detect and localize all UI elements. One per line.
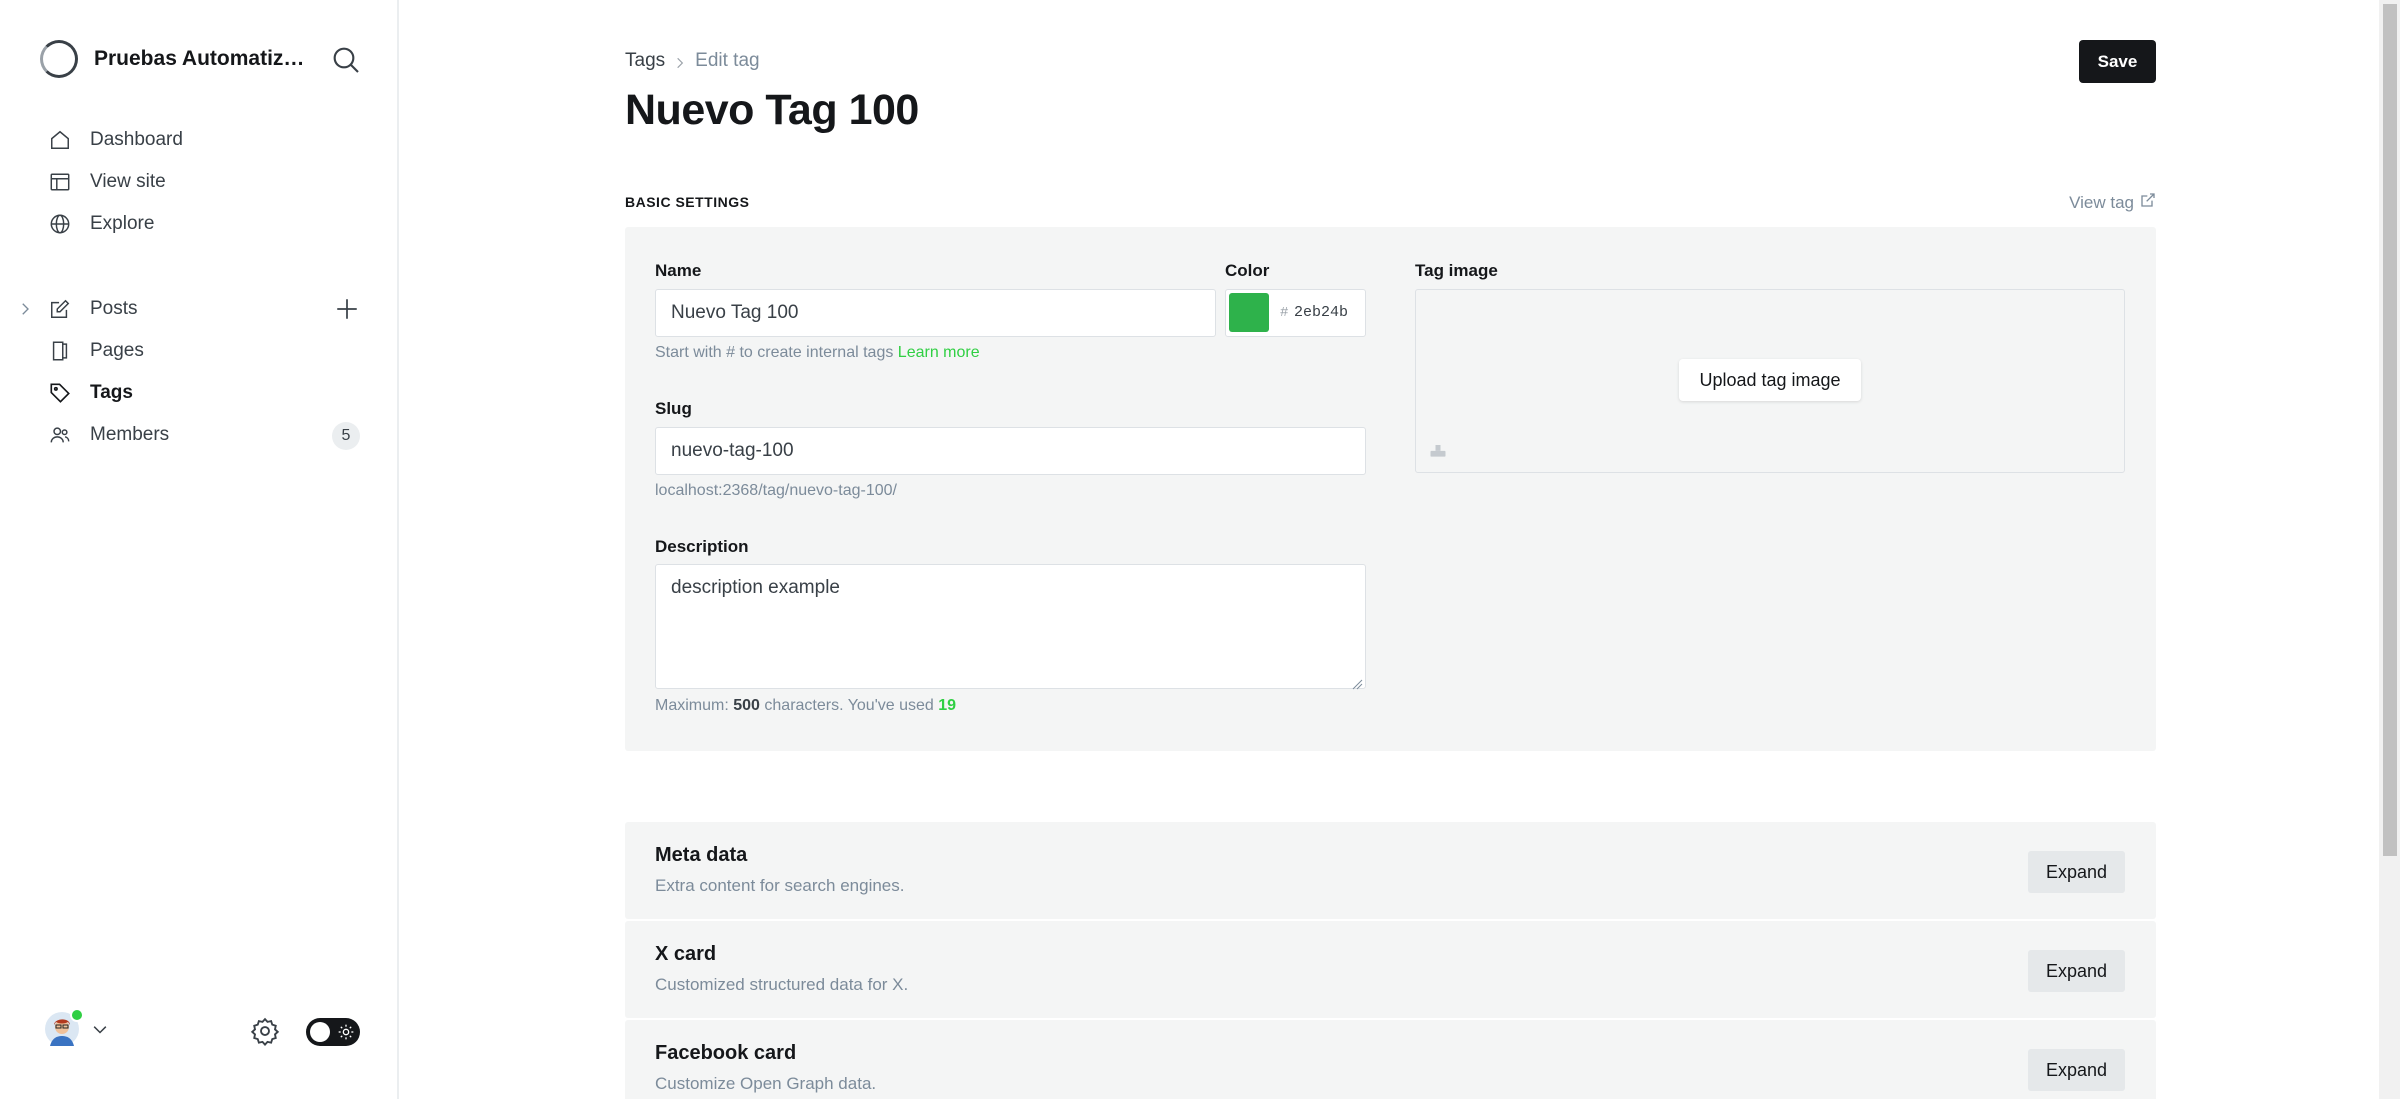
add-post-icon[interactable]: [334, 296, 360, 322]
sidebar-item-label: Posts: [90, 298, 138, 319]
chevron-right-icon[interactable]: [16, 300, 34, 318]
members-count-badge: 5: [332, 422, 360, 450]
sidebar-item-tags[interactable]: Tags: [0, 372, 399, 414]
slug-label: Slug: [655, 399, 692, 418]
online-status-indicator: [70, 1008, 84, 1022]
sidebar-item-view-site[interactable]: View site: [0, 161, 399, 203]
x-card-section: X card Customized structured data for X.…: [625, 921, 2156, 1018]
color-swatch[interactable]: [1229, 293, 1269, 332]
nav-main: Posts Pages Tags Members 5: [0, 288, 399, 456]
chevron-down-icon[interactable]: [90, 1022, 110, 1038]
resize-handle-icon[interactable]: [1351, 674, 1363, 690]
scrollbar-thumb[interactable]: [2383, 4, 2397, 856]
description-textarea[interactable]: description example: [655, 564, 1366, 690]
site-logo-icon: [40, 40, 78, 78]
section-subtitle: Customize Open Graph data.: [655, 1074, 877, 1093]
save-button[interactable]: Save: [2079, 40, 2156, 83]
expand-facebook-card-button[interactable]: Expand: [2028, 1049, 2125, 1091]
counter-prefix: Maximum:: [655, 697, 729, 714]
page-title: Nuevo Tag 100: [625, 86, 919, 134]
view-tag-link[interactable]: View tag: [2069, 192, 2156, 213]
chevron-right-icon: [673, 54, 687, 69]
section-heading: Meta data: [655, 844, 748, 866]
sidebar-item-pages[interactable]: Pages: [0, 330, 399, 372]
color-input[interactable]: # 2eb24b: [1225, 289, 1366, 337]
gear-icon[interactable]: [250, 1016, 280, 1047]
color-hex-value: 2eb24b: [1294, 304, 1349, 321]
facebook-card-section: Facebook card Customize Open Graph data.…: [625, 1020, 2156, 1099]
section-heading: X card: [655, 943, 717, 965]
description-counter: Maximum: 500 characters. You've used 19: [655, 697, 956, 715]
counter-max: 500: [733, 697, 760, 714]
slug-input[interactable]: nuevo-tag-100: [655, 427, 1366, 475]
tag-icon: [48, 381, 72, 405]
basic-settings-panel: Name Nuevo Tag 100 Color # 2eb24b Start …: [625, 227, 2156, 751]
expand-meta-data-button[interactable]: Expand: [2028, 851, 2125, 893]
sidebar-item-members[interactable]: Members 5: [0, 414, 399, 456]
name-label: Name: [655, 261, 702, 280]
meta-data-section: Meta data Extra content for search engin…: [625, 822, 2156, 919]
sidebar-item-posts[interactable]: Posts: [0, 288, 399, 330]
section-heading: Facebook card: [655, 1042, 797, 1064]
color-label: Color: [1225, 261, 1270, 280]
site-brand[interactable]: Pruebas Automatizad...: [40, 40, 309, 78]
sidebar-item-label: Explore: [90, 213, 155, 234]
sun-icon: [338, 1024, 354, 1040]
tag-image-label: Tag image: [1415, 261, 1498, 280]
sidebar: Pruebas Automatizad... Dashboard View si…: [0, 0, 399, 1099]
nav-top: Dashboard View site Explore: [0, 119, 399, 245]
sidebar-item-label: Tags: [90, 382, 133, 403]
section-subtitle: Customized structured data for X.: [655, 975, 909, 994]
sidebar-item-label: Pages: [90, 340, 144, 361]
sidebar-item-label: Dashboard: [90, 129, 183, 150]
counter-mid: characters. You've used: [764, 697, 934, 714]
breadcrumb-tags-link[interactable]: Tags: [625, 50, 665, 72]
counter-used: 19: [938, 697, 957, 714]
section-title: BASIC SETTINGS: [625, 194, 750, 210]
description-text: description example: [671, 577, 840, 598]
page-icon: [48, 339, 72, 363]
name-input[interactable]: Nuevo Tag 100: [655, 289, 1216, 337]
sidebar-item-label: Members: [90, 424, 170, 445]
globe-icon: [48, 212, 72, 236]
site-title: Pruebas Automatizad...: [94, 47, 309, 70]
external-link-icon: [2134, 192, 2156, 213]
expand-x-card-button[interactable]: Expand: [2028, 950, 2125, 992]
name-hint-text: Start with # to create internal tags: [655, 344, 894, 361]
view-tag-label: View tag: [2069, 192, 2134, 212]
image-upload-icon: [1428, 440, 1448, 460]
toggle-knob: [310, 1022, 330, 1042]
tag-image-dropzone[interactable]: Upload tag image: [1415, 289, 2125, 473]
upload-tag-image-button[interactable]: Upload tag image: [1679, 359, 1861, 401]
sidebar-item-dashboard[interactable]: Dashboard: [0, 119, 399, 161]
description-label: Description: [655, 537, 749, 556]
section-subtitle: Extra content for search engines.: [655, 876, 905, 895]
breadcrumb: Tags Edit tag: [625, 50, 760, 72]
members-icon: [48, 423, 72, 447]
home-icon: [48, 128, 72, 152]
sidebar-item-explore[interactable]: Explore: [0, 203, 399, 245]
color-hash: #: [1280, 305, 1289, 321]
edit-icon: [48, 297, 72, 321]
search-icon[interactable]: [330, 44, 362, 76]
learn-more-link[interactable]: Learn more: [898, 344, 980, 361]
name-hint: Start with # to create internal tags Lea…: [655, 344, 980, 362]
breadcrumb-current: Edit tag: [695, 50, 760, 71]
theme-toggle[interactable]: [306, 1018, 360, 1046]
slug-url-preview: localhost:2368/tag/nuevo-tag-100/: [655, 482, 897, 499]
sidebar-footer: [0, 1008, 399, 1060]
sidebar-item-label: View site: [90, 171, 166, 192]
layout-icon: [48, 170, 72, 194]
